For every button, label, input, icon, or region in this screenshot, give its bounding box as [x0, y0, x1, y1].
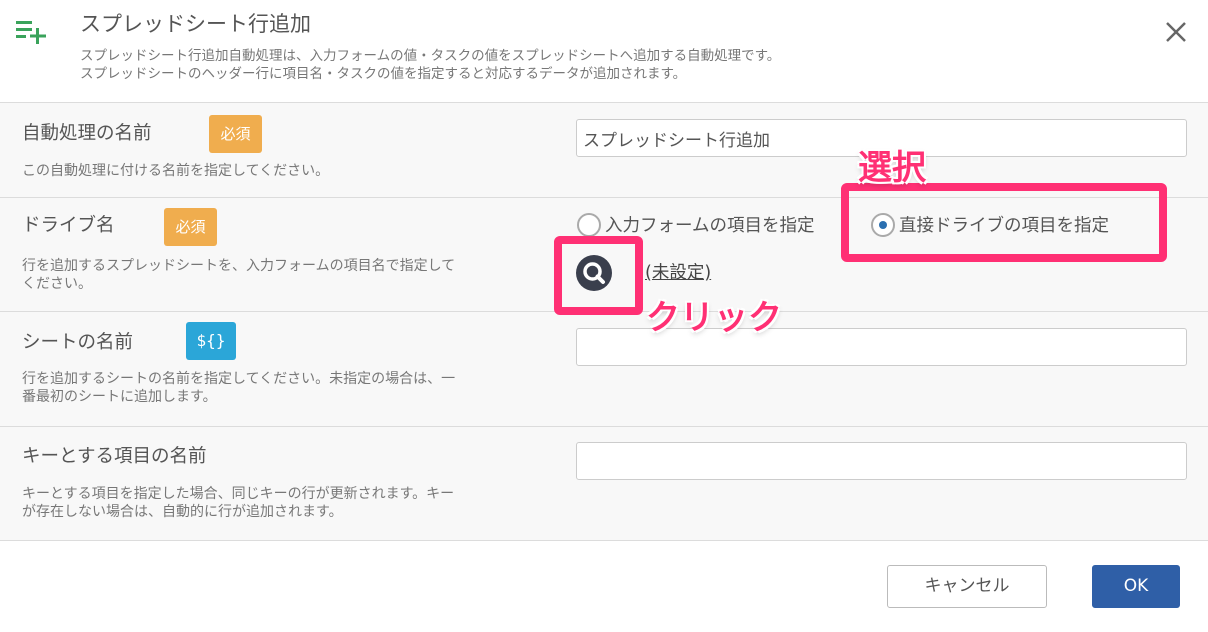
field-label: ドライブ名 [22, 215, 115, 236]
field-help: キーとする項目を指定した場合、同じキーの行が更新されます。キー が存在しない場合… [22, 485, 542, 521]
help-line: キーとする項目を指定した場合、同じキーの行が更新されます。キー [22, 486, 455, 502]
cancel-button[interactable]: キャンセル [887, 565, 1047, 608]
field-help: 行を追加するスプレッドシートを、入力フォームの項目名で指定して ください。 [22, 257, 542, 293]
key-item-input[interactable] [576, 442, 1187, 480]
required-badge: 必須 [164, 208, 217, 246]
field-label: 自動処理の名前 [22, 123, 152, 144]
field-help: 行を追加するシートの名前を指定してください。未指定の場合は、一 番最初のシートに… [22, 370, 542, 406]
dialog-header: スプレッドシート行追加 スプレッドシート行追加自動処理は、入力フォームの値・タス… [0, 0, 1208, 103]
help-line: 行を追加するシートの名前を指定してください。未指定の場合は、一 [22, 371, 456, 387]
spreadsheet-add-row-dialog: スプレッドシート行追加 スプレッドシート行追加自動処理は、入力フォームの値・タス… [0, 0, 1208, 632]
radio-button[interactable] [577, 212, 601, 237]
annotation-click-label: クリック [646, 298, 782, 338]
help-line: が存在しない場合は、自動的に行が追加されます。 [22, 504, 343, 520]
field-row-sheet: シートの名前 ${} 行を追加するシートの名前を指定してください。未指定の場合は… [0, 312, 1208, 427]
playlist-add-icon [16, 21, 46, 44]
field-label: シートの名前 [22, 332, 134, 353]
field-help: この自動処理に付ける名前を指定してください。 [22, 163, 330, 179]
ok-button[interactable]: OK [1092, 565, 1180, 608]
radio-form-item[interactable]: 入力フォームの項目を指定 [577, 212, 814, 237]
drive-unset-link[interactable]: (未設定) [645, 259, 711, 284]
field-row-key: キーとする項目の名前 キーとする項目を指定した場合、同じキーの行が更新されます。… [0, 427, 1208, 541]
help-line: ください。 [22, 276, 92, 292]
dialog-description: スプレッドシート行追加自動処理は、入力フォームの値・タスクの値をスプレッドシート… [80, 47, 780, 83]
close-icon[interactable] [1160, 16, 1192, 48]
annotation-select-label: 選択 [858, 148, 926, 188]
description-line: スプレッドシートのヘッダー行に項目名・タスクの値を指定すると対応するデータが追加… [80, 66, 687, 82]
required-badge: 必須 [209, 115, 262, 153]
radio-label: 入力フォームの項目を指定 [605, 216, 815, 236]
annotation-highlight-click [554, 236, 643, 315]
annotation-highlight-select [841, 183, 1167, 262]
help-line: 番最初のシートに追加します。 [22, 389, 217, 405]
field-label: キーとする項目の名前 [22, 446, 207, 467]
variable-badge: ${} [186, 322, 236, 360]
description-line: スプレッドシート行追加自動処理は、入力フォームの値・タスクの値をスプレッドシート… [80, 48, 781, 64]
help-line: 行を追加するスプレッドシートを、入力フォームの項目名で指定して [22, 258, 456, 274]
dialog-title: スプレッドシート行追加 [80, 12, 311, 36]
